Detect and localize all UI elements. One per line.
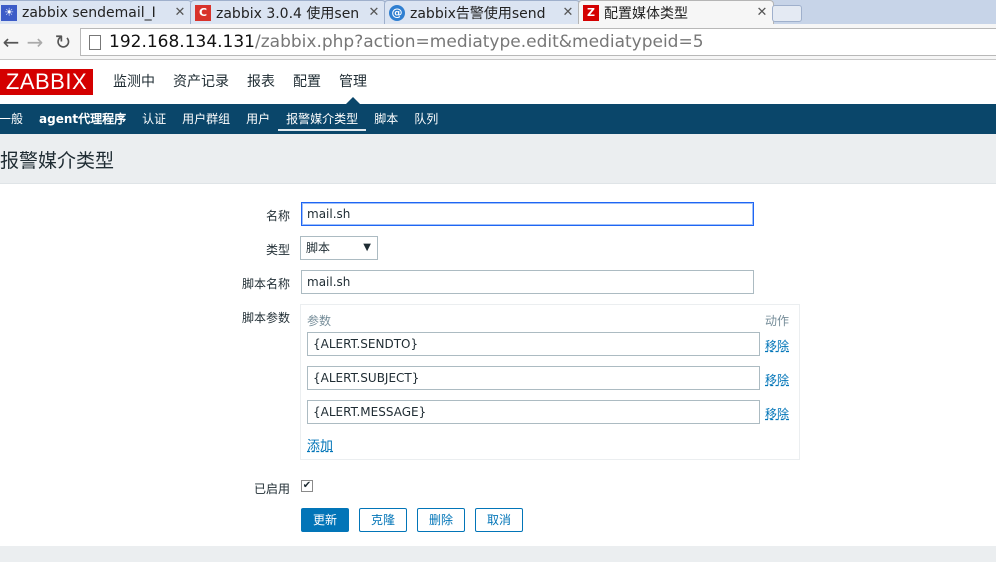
csdn-icon: C	[195, 4, 211, 21]
main-menu: 监测中 资产记录 报表 配置 管理	[104, 60, 376, 104]
browser-tab-4[interactable]: Z 配置媒体类型 ✕	[578, 0, 774, 24]
new-tab-button[interactable]	[772, 5, 802, 22]
close-icon[interactable]: ✕	[755, 5, 769, 20]
script-name-label: 脚本名称	[241, 277, 290, 291]
zabbix-header: ZABBIX 监测中 资产记录 报表 配置 管理	[0, 60, 996, 104]
remove-param-1-link[interactable]: 移除	[765, 337, 789, 354]
params-column-header: 参数	[307, 314, 332, 328]
url-path: /zabbix.php?action=mediatype.edit&mediat…	[255, 32, 704, 52]
cancel-button[interactable]: 取消	[475, 508, 523, 532]
submenu-proxies[interactable]: agent代理程序	[31, 104, 134, 134]
menu-configuration[interactable]: 配置	[284, 60, 330, 104]
url-host: 192.168.134.131	[109, 32, 256, 52]
globe-icon: @	[389, 4, 405, 21]
clone-button[interactable]: 克隆	[359, 508, 407, 532]
script-name-input[interactable]: mail.sh	[301, 270, 754, 294]
menu-administration[interactable]: 管理	[330, 60, 376, 104]
back-arrow-icon[interactable]: ←	[0, 31, 22, 53]
title-band: 报警媒介类型	[0, 134, 996, 184]
submenu-users[interactable]: 用户	[238, 104, 278, 134]
submenu-general[interactable]: 一般	[0, 104, 31, 134]
tab-title: zabbix告警使用send	[410, 5, 546, 22]
delete-button[interactable]: 删除	[417, 508, 465, 532]
enabled-checkbox[interactable]: ✔	[301, 480, 313, 492]
sub-menu: 一般 agent代理程序 认证 用户群组 用户 报警媒介类型 脚本 队列	[0, 104, 996, 134]
reload-icon[interactable]: ↻	[52, 31, 74, 53]
action-column-header: 动作	[765, 314, 790, 328]
tab-title: zabbix sendemail_Ⅰ	[22, 4, 156, 21]
tab-title: 配置媒体类型	[604, 5, 688, 22]
close-icon[interactable]: ✕	[367, 5, 381, 20]
browser-tab-strip: ☀ zabbix sendemail_Ⅰ ✕ C zabbix 3.0.4 使用…	[0, 0, 996, 24]
zabbix-logo[interactable]: ZABBIX	[0, 69, 93, 95]
add-param-link[interactable]: 添加	[307, 435, 333, 454]
checkmark-icon: ✔	[302, 480, 312, 491]
paw-icon: ☀	[1, 4, 17, 21]
address-bar[interactable]: 192.168.134.131 /zabbix.php?action=media…	[80, 28, 996, 56]
enabled-label: 已启用	[253, 482, 290, 496]
name-label: 名称	[265, 209, 290, 223]
browser-tab-2[interactable]: C zabbix 3.0.4 使用sen ✕	[190, 0, 386, 24]
browser-toolbar: ← → ↻ 192.168.134.131 /zabbix.php?action…	[0, 24, 996, 60]
menu-reports[interactable]: 报表	[238, 60, 284, 104]
menu-monitoring[interactable]: 监测中	[104, 60, 164, 104]
dropdown-arrow-icon: ▼	[363, 242, 371, 253]
close-icon[interactable]: ✕	[561, 5, 575, 20]
param-input-1[interactable]: {ALERT.SENDTO}	[307, 332, 760, 356]
submenu-media-types[interactable]: 报警媒介类型	[278, 104, 367, 134]
footer-band	[0, 546, 996, 562]
param-input-2[interactable]: {ALERT.SUBJECT}	[307, 366, 760, 390]
param-input-3[interactable]: {ALERT.MESSAGE}	[307, 400, 760, 424]
type-label: 类型	[265, 243, 290, 257]
submenu-scripts[interactable]: 脚本	[366, 104, 406, 134]
page-title: 报警媒介类型	[0, 150, 115, 172]
remove-param-2-link[interactable]: 移除	[765, 371, 789, 388]
tab-title: zabbix 3.0.4 使用sen	[216, 5, 360, 22]
submenu-authentication[interactable]: 认证	[134, 104, 174, 134]
submenu-user-groups[interactable]: 用户群组	[174, 104, 238, 134]
browser-tab-3[interactable]: @ zabbix告警使用send ✕	[384, 0, 580, 24]
submenu-queue[interactable]: 队列	[406, 104, 446, 134]
remove-param-3-link[interactable]: 移除	[765, 405, 789, 422]
zabbix-icon: Z	[583, 4, 599, 21]
forward-arrow-icon[interactable]: →	[24, 31, 46, 53]
menu-inventory[interactable]: 资产记录	[164, 60, 238, 104]
type-select[interactable]: 脚本 ▼	[300, 236, 378, 260]
browser-tab-1[interactable]: ☀ zabbix sendemail_Ⅰ ✕	[0, 0, 192, 24]
type-select-value: 脚本	[306, 241, 331, 255]
update-button[interactable]: 更新	[301, 508, 349, 532]
script-params-label: 脚本参数	[241, 311, 290, 325]
close-icon[interactable]: ✕	[173, 5, 187, 20]
script-params-table: 参数 动作 {ALERT.SENDTO} 移除 {ALERT.SUBJECT} …	[300, 304, 800, 460]
page-icon	[89, 34, 101, 50]
name-input[interactable]: mail.sh	[301, 202, 754, 226]
